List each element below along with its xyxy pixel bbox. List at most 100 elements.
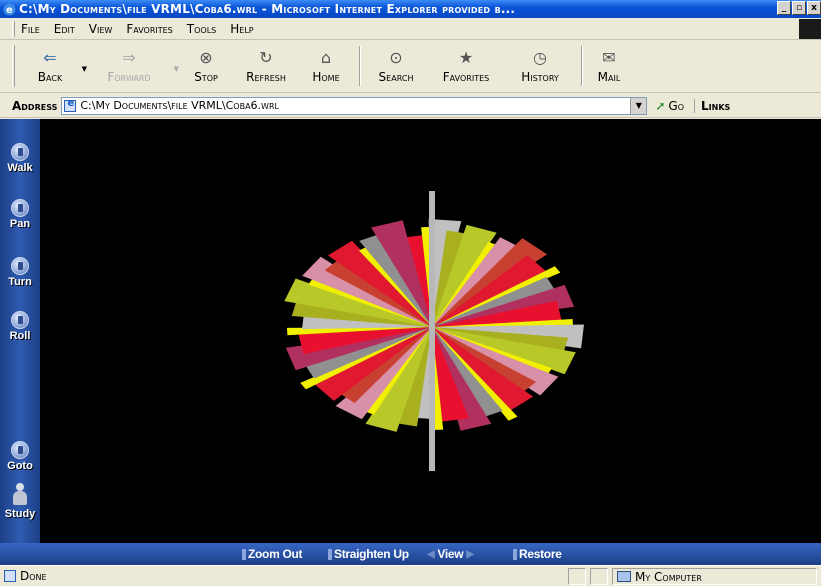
address-input[interactable]: C:\My Documents\file VRML\Coba6.wrl ▼ [61, 96, 648, 115]
pan-button[interactable]: Pan [4, 199, 36, 230]
menu-edit[interactable]: Edit [54, 22, 75, 36]
toolbar-separator [581, 46, 583, 86]
vrml-scene[interactable] [40, 119, 821, 543]
status-page-icon [4, 570, 16, 582]
status-message-pane: Done [0, 568, 564, 585]
status-bar: Done My Computer [0, 565, 821, 586]
vrml-bottom-bar: Zoom Out Straighten Up ◀ View ▶ Restore [0, 543, 821, 565]
menu-favorites[interactable]: Favorites [126, 22, 172, 36]
my-computer-icon [617, 571, 631, 582]
zoom-out-button[interactable]: Zoom Out [242, 547, 303, 561]
pan-icon [11, 199, 29, 217]
status-text: Done [20, 569, 47, 583]
view-next-icon[interactable]: ▶ [466, 549, 474, 560]
refresh-button[interactable]: ↻ Refresh [233, 41, 299, 91]
forward-button[interactable]: ⇒ Forward ▼ [89, 41, 179, 91]
history-icon: ◷ [533, 47, 547, 67]
forward-label: Forward [107, 70, 151, 84]
restore-button[interactable]: Restore [513, 547, 562, 561]
walk-button[interactable]: Walk [4, 143, 36, 174]
go-arrow-icon: ➚ [655, 98, 666, 113]
refresh-icon: ↻ [259, 47, 273, 67]
close-button[interactable]: x [807, 1, 821, 15]
address-value[interactable]: C:\My Documents\file VRML\Coba6.wrl [80, 99, 279, 112]
restore-label: Restore [519, 547, 562, 561]
title-bar: e C:\My Documents\file VRML\Coba6.wrl - … [0, 0, 821, 18]
address-dropdown-icon[interactable]: ▼ [630, 97, 647, 114]
back-arrow-icon: ⇐ [43, 47, 57, 67]
goto-icon [11, 441, 29, 459]
window-title: C:\My Documents\file VRML\Coba6.wrl - Mi… [19, 2, 516, 16]
rotating-blades-model[interactable] [40, 119, 821, 543]
study-button[interactable]: Study [4, 483, 36, 520]
goto-label: Goto [7, 460, 33, 472]
home-label: Home [312, 70, 340, 84]
forward-arrow-icon: ⇒ [122, 47, 136, 67]
mail-button[interactable]: ✉ Mail [589, 41, 629, 91]
back-button[interactable]: ⇐ Back ▼ [23, 41, 87, 91]
page-icon [64, 98, 77, 112]
favorites-button[interactable]: ★ Favorites [427, 41, 505, 91]
history-button[interactable]: ◷ History [507, 41, 573, 91]
turn-label: Turn [8, 276, 32, 288]
standard-toolbar: ⇐ Back ▼ ⇒ Forward ▼ ⊗ Stop ↻ Refresh ⌂ … [0, 41, 821, 93]
zoom-out-label: Zoom Out [248, 547, 303, 561]
home-button[interactable]: ⌂ Home [301, 41, 351, 91]
stop-button[interactable]: ⊗ Stop [181, 41, 231, 91]
goto-button[interactable]: Goto [4, 441, 36, 472]
pan-label: Pan [9, 218, 31, 230]
security-zone: My Computer [612, 568, 817, 585]
vrml-nav-panel: Walk Pan Turn Roll Goto Study [0, 119, 40, 543]
menu-view[interactable]: View [89, 22, 113, 36]
go-button[interactable]: ➚ Go [655, 99, 684, 113]
toolbar-grip[interactable] [12, 45, 15, 87]
svg-text:e: e [6, 5, 13, 16]
search-button[interactable]: ⊙ Search [367, 41, 425, 91]
windows-logo-icon [799, 19, 821, 39]
address-label: Address [12, 98, 58, 113]
stop-icon: ⊗ [199, 47, 213, 67]
view-prev-icon[interactable]: ◀ [427, 549, 435, 560]
straighten-up-label: Straighten Up [334, 547, 409, 561]
forward-dropdown-icon[interactable]: ▼ [174, 65, 179, 73]
menu-file[interactable]: File [21, 22, 40, 36]
roll-icon [11, 311, 29, 329]
menu-help[interactable]: Help [230, 22, 253, 36]
turn-button[interactable]: Turn [4, 257, 36, 288]
minimize-button[interactable]: _ [777, 1, 791, 15]
ie-logo-icon: e [3, 3, 16, 16]
walk-icon [11, 143, 29, 161]
window-controls: _ ▫ x [777, 1, 821, 15]
favorites-label: Favorites [442, 70, 490, 84]
stop-label: Stop [194, 70, 218, 84]
turn-icon [11, 257, 29, 275]
mail-icon: ✉ [602, 47, 616, 67]
zone-label: My Computer [635, 569, 702, 584]
address-bar: Address C:\My Documents\file VRML\Coba6.… [0, 94, 821, 118]
maximize-button[interactable]: ▫ [792, 1, 806, 15]
view-label: View [437, 547, 464, 561]
go-label: Go [668, 98, 685, 113]
roll-label: Roll [9, 330, 31, 342]
home-icon: ⌂ [320, 47, 332, 67]
favorites-icon: ★ [458, 47, 474, 67]
walk-label: Walk [7, 162, 33, 174]
menu-grip[interactable] [12, 20, 15, 37]
mail-label: Mail [597, 70, 621, 84]
study-label: Study [4, 508, 36, 520]
search-label: Search [378, 70, 414, 84]
roll-button[interactable]: Roll [4, 311, 36, 342]
menu-bar: File Edit View Favorites Tools Help [0, 18, 821, 40]
menu-tools[interactable]: Tools [187, 22, 216, 36]
links-button[interactable]: Links [694, 98, 730, 113]
toolbar-separator [359, 46, 361, 86]
center-axis [429, 191, 435, 471]
status-pane [590, 568, 608, 585]
view-control[interactable]: ◀ View ▶ [424, 547, 477, 561]
refresh-label: Refresh [246, 70, 286, 84]
search-icon: ⊙ [389, 47, 403, 67]
back-dropdown-icon[interactable]: ▼ [82, 65, 87, 73]
straighten-up-button[interactable]: Straighten Up [328, 547, 409, 561]
back-label: Back [37, 70, 63, 84]
status-pane [568, 568, 586, 585]
